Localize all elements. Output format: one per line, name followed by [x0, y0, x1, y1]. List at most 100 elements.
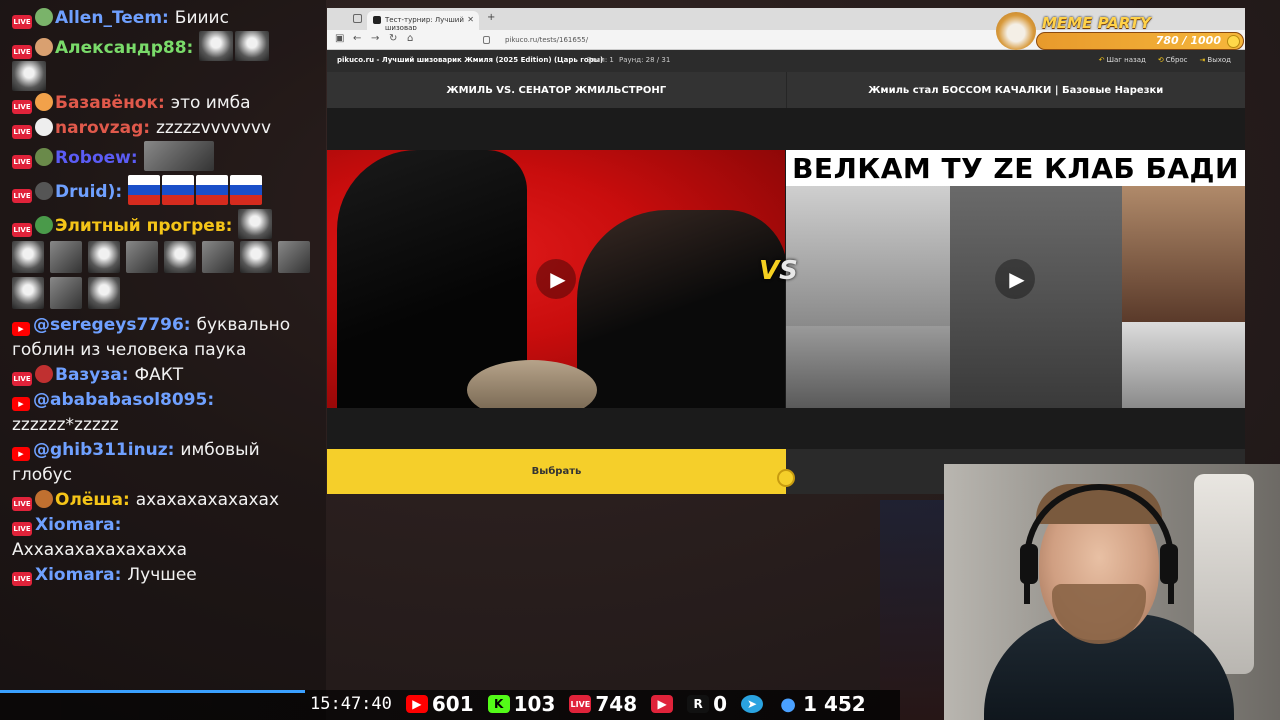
chat-text: это имба [170, 93, 251, 113]
emote-icon [143, 141, 214, 171]
emote-icon [88, 241, 120, 273]
shiba-icon [996, 12, 1036, 50]
chat-message: LIVE Allen_Teem: Бииис [12, 6, 318, 31]
right-video[interactable]: ВЕЛКАМ ТУ ZE КЛАБ БАДИ ▶ [786, 150, 1245, 408]
chat-message: LIVE Xiomara: Лучшее [12, 563, 318, 588]
chat-message: LIVE Roboew: [12, 141, 318, 171]
video-banner: ВЕЛКАМ ТУ ZE КЛАБ БАДИ [786, 150, 1245, 186]
live-icon: LIVE [12, 189, 32, 203]
emote-icon [12, 61, 46, 91]
chat-message: LIVE Базавёнок: это имба [12, 91, 318, 116]
meme-party-widget: 780 / 1000 MEME PARTY [996, 10, 1244, 52]
chat-user: Элитный прогрев: [55, 216, 233, 236]
chat-message: LIVE Druid): [12, 175, 318, 205]
headset-ear [1020, 544, 1038, 584]
youtube-icon: ▶ [12, 397, 30, 411]
badge-icon [35, 93, 53, 111]
live-icon: LIVE [12, 155, 32, 169]
chat-user: @abababasol8095: [33, 390, 215, 410]
coin-icon [1227, 35, 1240, 48]
emote-icon [12, 241, 44, 273]
emote-icon [238, 209, 273, 239]
telegram-icon: ➤ [741, 695, 764, 713]
badge-icon [35, 216, 53, 234]
chat-user: @seregeys7796: [33, 315, 191, 335]
chat-text: zzzzzvvvvvvv [155, 118, 272, 138]
live-icon: LIVE [12, 497, 32, 511]
forward-icon[interactable]: → [371, 33, 379, 44]
home-icon[interactable]: ⌂ [407, 33, 413, 44]
live-stat: LIVE 748 [569, 692, 638, 716]
exit-button[interactable]: ⇥ Выход [1200, 56, 1231, 64]
video-panel [1122, 186, 1245, 322]
live-icon: LIVE [12, 125, 32, 139]
browser-window: Тест-турнир: Лучший шизовар ✕ + ▣ ← → ↻ … [327, 8, 1245, 494]
chat-message: ▶ @abababasol8095: zzzzzz*zzzzz [12, 388, 318, 438]
chat-message: LIVE Олёша: ахахахахахахах [12, 488, 318, 513]
live-icon: LIVE [12, 572, 32, 586]
lock-icon [483, 36, 490, 44]
emote-icon [126, 241, 158, 273]
live-icon: LIVE [12, 223, 32, 237]
flag-emote-icon [230, 175, 263, 205]
site-actions: ↶ Шаг назад ⟲ Сброс ⇥ Выход [1099, 56, 1231, 64]
chat-panel: LIVE Allen_Teem: Бииис LIVE Александр88: L… [0, 0, 326, 720]
live-icon: LIVE [12, 15, 32, 29]
chat-user: Вазуза: [55, 365, 129, 385]
favicon-icon [373, 16, 381, 24]
chat-progress [0, 690, 305, 693]
undo-icon: ↶ [1098, 56, 1105, 64]
emote-icon [202, 241, 234, 273]
close-tab-icon[interactable]: ✕ [467, 15, 474, 24]
chat-message: LIVE Элитный прогрев: [12, 209, 318, 309]
meme-progress-bar: 780 / 1000 [1036, 32, 1244, 50]
chat-message: LIVE Александр88: [12, 31, 318, 91]
chat-user: Александр88: [55, 38, 194, 58]
vs-badge: VS [759, 256, 798, 286]
rutube-stat: R0 [687, 692, 727, 716]
option-titles: ЖМИЛЬ VS. СЕНАТОР ЖМИЛЬСТРОНГ Жмиль стал… [327, 72, 1245, 108]
step-back-button[interactable]: ↶ Шаг назад [1099, 56, 1146, 64]
chat-user: Xiomara: [35, 565, 122, 585]
video-panel [1122, 322, 1245, 408]
play-icon[interactable]: ▶ [536, 259, 576, 299]
flag-emote-icon [162, 175, 195, 205]
chat-user: Базавёнок: [55, 93, 165, 113]
video-panel [786, 186, 950, 326]
reset-button[interactable]: ⟲ Сброс [1158, 56, 1188, 64]
emote-icon [88, 277, 120, 309]
webcam-feed [944, 464, 1280, 720]
choose-button[interactable]: Выбрать [327, 449, 786, 494]
live-icon: LIVE [12, 372, 32, 386]
live-icon: LIVE [569, 695, 592, 713]
back-icon[interactable]: ← [353, 33, 361, 44]
chat-message: LIVE narovzag: zzzzzvvvvvvv [12, 116, 318, 141]
right-option-title: Жмиль стал БОССОМ КАЧАЛКИ | Базовые Наре… [785, 72, 1245, 108]
browser-tab[interactable]: Тест-турнир: Лучший шизовар ✕ [367, 11, 479, 32]
youtube-icon: ▶ [12, 447, 30, 461]
viewers-stat: ● 1 452 [777, 692, 866, 716]
exit-icon: ⇥ [1199, 56, 1206, 64]
reload-icon[interactable]: ↻ [389, 33, 397, 44]
play-icon[interactable]: ▶ [995, 259, 1035, 299]
left-video[interactable]: ▶ [327, 150, 785, 408]
chat-text: zzzzzz*zzzzz [12, 415, 119, 435]
chat-text: Аххахахахахахахха [12, 540, 188, 560]
emote-icon [50, 241, 82, 273]
flag-emote-icon [128, 175, 161, 205]
sidebar-icon[interactable]: ▣ [335, 33, 344, 44]
live-icon: LIVE [12, 522, 32, 536]
badge-icon [35, 490, 53, 508]
video-panel [786, 326, 950, 408]
live-icon: LIVE [12, 100, 32, 114]
meme-party-logo: MEME PARTY [1042, 14, 1151, 32]
address-input[interactable]: pikuco.ru/tests/161655/ [477, 33, 977, 47]
tab-list-icon[interactable] [353, 14, 362, 23]
emote-icon [12, 277, 44, 309]
new-tab-icon[interactable]: + [487, 12, 495, 23]
rutube-icon: R [687, 695, 710, 713]
chat-message: LIVE Вазуза: ФАКТ [12, 363, 318, 388]
kick-icon: K [487, 695, 510, 713]
chat-message: ▶ @seregeys7796: буквально гоблин из чело… [12, 313, 318, 363]
chat-text: ахахахахахахах [135, 490, 280, 510]
